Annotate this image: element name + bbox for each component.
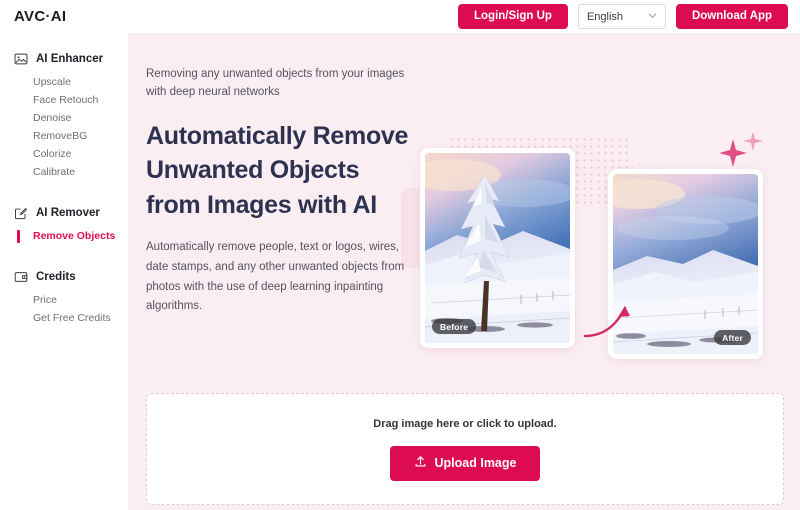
sparkle-icon <box>719 131 768 174</box>
dropzone-hint: Drag image here or click to upload. <box>373 417 557 430</box>
hero-section: Removing any unwanted objects from your … <box>128 33 800 388</box>
body-wrapper: AI Enhancer Upscale Face Retouch Denoise… <box>0 33 800 510</box>
brand-logo[interactable]: AVC·AI <box>14 8 66 25</box>
sidebar-item-get-free-credits[interactable]: Get Free Credits <box>0 309 128 327</box>
chevron-down-icon <box>648 11 657 23</box>
language-select[interactable]: English <box>577 4 666 29</box>
login-signup-button[interactable]: Login/Sign Up <box>458 4 568 29</box>
sidebar-item-ai-enhancer[interactable]: AI Enhancer <box>0 47 128 71</box>
sidebar-group-ai-enhancer: AI Enhancer Upscale Face Retouch Denoise… <box>0 47 128 185</box>
upload-image-button-label: Upload Image <box>434 456 517 470</box>
image-icon <box>14 52 28 66</box>
transform-arrow-icon <box>583 298 635 345</box>
upload-icon <box>414 455 427 471</box>
top-header: AVC·AI Login/Sign Up English Download Ap… <box>0 0 800 33</box>
language-select-value: English <box>586 10 624 23</box>
sidebar-item-colorize[interactable]: Colorize <box>0 145 128 163</box>
hero-description: Automatically remove people, text or log… <box>146 241 405 313</box>
main-content: Removing any unwanted objects from your … <box>128 33 800 510</box>
sidebar-sublist-ai-enhancer: Upscale Face Retouch Denoise RemoveBG Co… <box>0 71 128 185</box>
sidebar-group-ai-remover: AI Remover Remove Objects <box>0 201 128 249</box>
download-app-button[interactable]: Download App <box>675 4 788 29</box>
wallet-icon <box>14 270 28 284</box>
sidebar-item-upscale[interactable]: Upscale <box>0 73 128 91</box>
sidebar-sublist-credits: Price Get Free Credits <box>0 289 128 331</box>
upload-image-button[interactable]: Upload Image <box>389 445 541 481</box>
sidebar-sublist-ai-remover: Remove Objects <box>0 225 128 249</box>
page-title: Automatically Remove Unwanted Objects fr… <box>146 121 409 219</box>
edit-icon <box>14 206 28 220</box>
before-badge: Before <box>432 319 477 334</box>
sidebar-group-credits: Credits Price Get Free Credits <box>0 265 128 331</box>
sidebar: AI Enhancer Upscale Face Retouch Denoise… <box>0 33 128 510</box>
sidebar-item-credits[interactable]: Credits <box>0 265 128 289</box>
sidebar-item-face-retouch[interactable]: Face Retouch <box>0 91 128 109</box>
sidebar-item-denoise[interactable]: Denoise <box>0 109 128 127</box>
sidebar-item-remove-objects[interactable]: Remove Objects <box>0 227 128 245</box>
sidebar-group-label: AI Enhancer <box>36 53 104 65</box>
sidebar-group-label: Credits <box>36 271 76 283</box>
upload-dropzone[interactable]: Drag image here or click to upload. Uplo… <box>146 393 784 505</box>
hero-copy: Removing any unwanted objects from your … <box>146 66 418 317</box>
app-root: AVC·AI Login/Sign Up English Download Ap… <box>0 0 800 510</box>
sidebar-item-calibrate[interactable]: Calibrate <box>0 163 128 181</box>
header-actions: Login/Sign Up English Download App <box>458 4 788 29</box>
sidebar-item-price[interactable]: Price <box>0 291 128 309</box>
sidebar-group-label: AI Remover <box>36 207 100 219</box>
before-image-card[interactable]: Before <box>420 148 575 348</box>
before-image <box>425 153 570 343</box>
hero-eyebrow: Removing any unwanted objects from your … <box>146 68 405 98</box>
sidebar-item-ai-remover[interactable]: AI Remover <box>0 201 128 225</box>
sidebar-item-removebg[interactable]: RemoveBG <box>0 127 128 145</box>
after-badge: After <box>714 330 751 345</box>
